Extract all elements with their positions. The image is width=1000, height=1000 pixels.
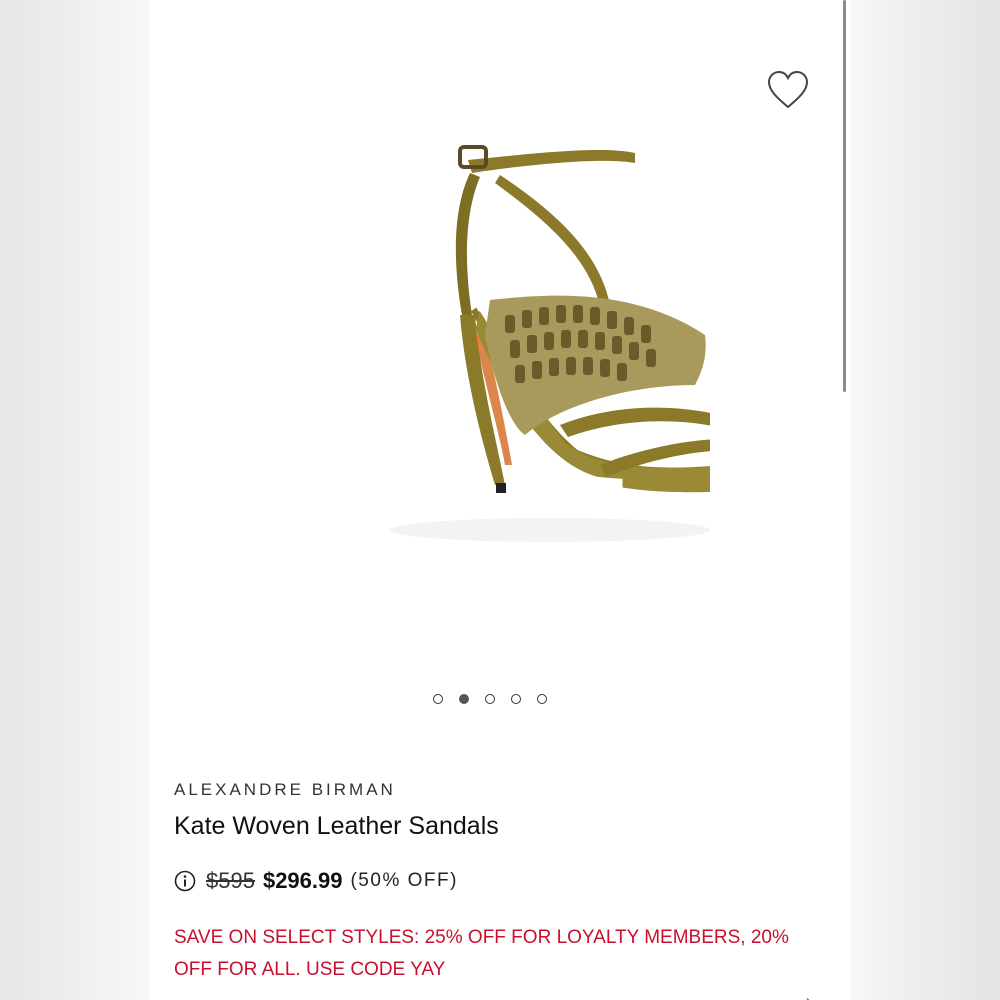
original-price: $595 <box>206 868 255 893</box>
left-blur-panel <box>0 0 150 1000</box>
image-carousel-indicator <box>433 694 547 704</box>
sale-price: $296.99 <box>262 868 343 893</box>
product-title: Kate Woven Leather Sandals <box>174 812 499 840</box>
scrollbar[interactable] <box>843 0 846 392</box>
product-detail-screen: ALEXANDRE BIRMAN Kate Woven Leather Sand… <box>150 0 850 1000</box>
price-row: $595 $296.99 (50% OFF) <box>174 868 458 894</box>
carousel-dot-4[interactable] <box>511 694 521 704</box>
carousel-dot-1[interactable] <box>433 694 443 704</box>
heart-outline-icon[interactable] <box>766 70 810 110</box>
carousel-dot-3[interactable] <box>485 694 495 704</box>
right-blur-panel <box>850 0 1000 1000</box>
discount-label: (50% OFF) <box>350 870 458 891</box>
brand-name[interactable]: ALEXANDRE BIRMAN <box>174 780 396 800</box>
product-image[interactable] <box>300 135 710 585</box>
promo-message: SAVE ON SELECT STYLES: 25% OFF FOR LOYAL… <box>174 927 789 980</box>
carousel-dot-5[interactable] <box>537 694 547 704</box>
chevron-right-icon[interactable]: › <box>806 992 811 1000</box>
carousel-dot-2[interactable] <box>459 694 469 704</box>
info-icon[interactable] <box>174 870 196 892</box>
